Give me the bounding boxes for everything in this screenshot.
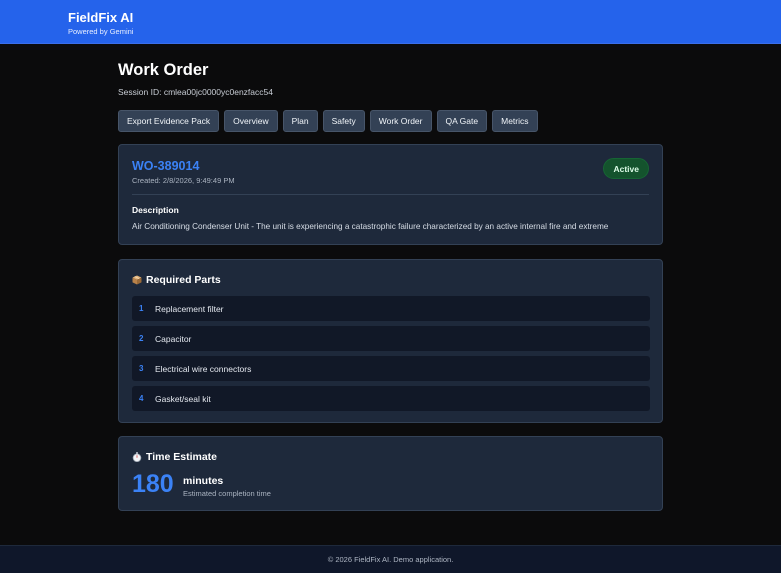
- divider: [132, 194, 649, 195]
- part-name: Electrical wire connectors: [155, 363, 252, 374]
- time-estimate-caption: Estimated completion time: [183, 489, 271, 498]
- stopwatch-icon: [132, 452, 142, 463]
- time-estimate-heading: Time Estimate: [132, 451, 217, 463]
- footer: © 2026 FieldFix AI. Demo application.: [0, 545, 781, 573]
- description-label: Description: [132, 205, 179, 215]
- part-number: 1: [139, 304, 144, 313]
- work-order-created: Created: 2/8/2026, 9:49:49 PM: [132, 176, 235, 185]
- part-name: Replacement filter: [155, 303, 224, 314]
- session-id: Session ID: cmlea00jc0000yc0enzfacc54: [118, 87, 273, 97]
- required-parts-card: Required Parts 1 Replacement filter 2 Ca…: [118, 259, 663, 423]
- required-parts-heading: Required Parts: [132, 274, 221, 286]
- app-subtitle: Powered by Gemini: [68, 27, 134, 36]
- action-tabs: Export Evidence Pack Overview Plan Safet…: [118, 110, 538, 132]
- time-estimate-card: Time Estimate 180 minutes Estimated comp…: [118, 436, 663, 511]
- tab-overview[interactable]: Overview: [224, 110, 278, 132]
- list-item: 1 Replacement filter: [132, 296, 650, 321]
- page-title: Work Order: [118, 61, 209, 79]
- time-estimate-unit: minutes: [183, 475, 224, 487]
- export-evidence-pack-button[interactable]: Export Evidence Pack: [118, 110, 220, 132]
- status-badge: Active: [603, 158, 649, 179]
- footer-text: © 2026 FieldFix AI. Demo application.: [327, 555, 454, 564]
- tab-metrics[interactable]: Metrics: [492, 110, 538, 132]
- list-item: 3 Electrical wire connectors: [132, 356, 650, 381]
- part-name: Gasket/seal kit: [155, 393, 211, 404]
- part-number: 4: [139, 394, 144, 403]
- part-number: 2: [139, 334, 144, 343]
- top-bar: FieldFix AI Powered by Gemini: [0, 0, 781, 44]
- part-name: Capacitor: [155, 333, 192, 344]
- tab-safety[interactable]: Safety: [322, 110, 365, 132]
- list-item: 2 Capacitor: [132, 326, 650, 351]
- app-title[interactable]: FieldFix AI: [68, 10, 133, 25]
- description-text: Air Conditioning Condenser Unit - The un…: [132, 222, 609, 231]
- time-estimate-value: 180: [132, 470, 174, 498]
- time-estimate-title: Time Estimate: [146, 451, 218, 463]
- work-order-id: WO-389014: [132, 159, 200, 173]
- required-parts-title: Required Parts: [146, 274, 221, 286]
- tab-work-order[interactable]: Work Order: [369, 110, 432, 132]
- package-icon: [132, 275, 142, 285]
- work-order-card: WO-389014 Created: 2/8/2026, 9:49:49 PM …: [118, 144, 663, 245]
- list-item: 4 Gasket/seal kit: [132, 386, 650, 411]
- part-number: 3: [139, 364, 144, 373]
- tab-plan[interactable]: Plan: [282, 110, 318, 132]
- tab-qa-gate[interactable]: QA Gate: [436, 110, 488, 132]
